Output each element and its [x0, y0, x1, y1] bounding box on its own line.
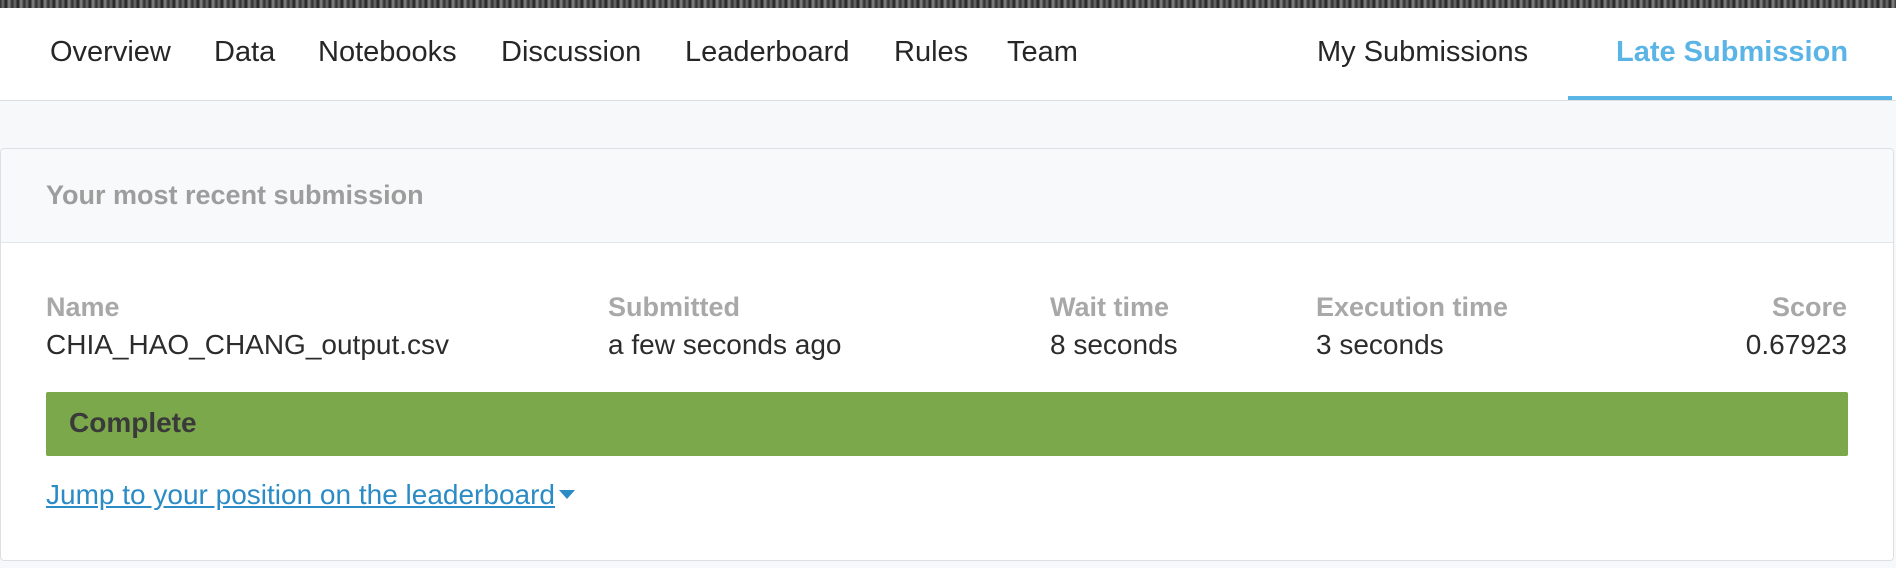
tab-data[interactable]: Data [214, 8, 275, 100]
active-tab-indicator [1568, 96, 1892, 100]
execution-time-label: Execution time [1316, 292, 1509, 322]
column-name: Name CHIA_HAO_CHANG_output.csv [46, 289, 449, 365]
name-label: Name [46, 292, 120, 322]
status-text: Complete [69, 407, 197, 438]
tab-overview[interactable]: Overview [50, 8, 171, 100]
score-label: Score [1771, 292, 1847, 322]
jump-to-leaderboard-link[interactable]: Jump to your position on the leaderboard [46, 473, 575, 517]
score-value: 0.67923 [1745, 329, 1847, 360]
tab-rules[interactable]: Rules [894, 8, 968, 100]
card-header: Your most recent submission [1, 149, 1893, 243]
caret-down-icon [559, 490, 575, 500]
column-execution-time: Execution time 3 seconds [1316, 289, 1508, 365]
tab-notebooks[interactable]: Notebooks [318, 8, 457, 100]
column-score: Score 0.67923 [1746, 289, 1847, 365]
wait-time-label: Wait time [1050, 292, 1170, 322]
wait-time-value: 8 seconds [1050, 329, 1178, 360]
status-bar-complete: Complete [46, 392, 1848, 456]
name-value: CHIA_HAO_CHANG_output.csv [46, 329, 450, 360]
column-wait-time: Wait time 8 seconds [1050, 289, 1178, 365]
tab-late-submission[interactable]: Late Submission [1616, 8, 1848, 100]
jump-link-text: Jump to your position on the leaderboard [46, 479, 555, 510]
competition-nav: Overview Data Notebooks Discussion Leade… [0, 8, 1896, 101]
column-submitted: Submitted a few seconds ago [608, 289, 842, 365]
header-banner-strip [0, 0, 1896, 8]
tab-my-submissions[interactable]: My Submissions [1317, 8, 1528, 100]
submitted-label: Submitted [608, 292, 740, 322]
submitted-value: a few seconds ago [608, 329, 842, 360]
execution-time-value: 3 seconds [1316, 329, 1444, 360]
tab-team[interactable]: Team [1007, 8, 1078, 100]
card-title: Your most recent submission [46, 180, 424, 210]
recent-submission-card: Your most recent submission Name CHIA_HA… [0, 148, 1894, 561]
tab-discussion[interactable]: Discussion [501, 8, 641, 100]
tab-leaderboard[interactable]: Leaderboard [685, 8, 849, 100]
